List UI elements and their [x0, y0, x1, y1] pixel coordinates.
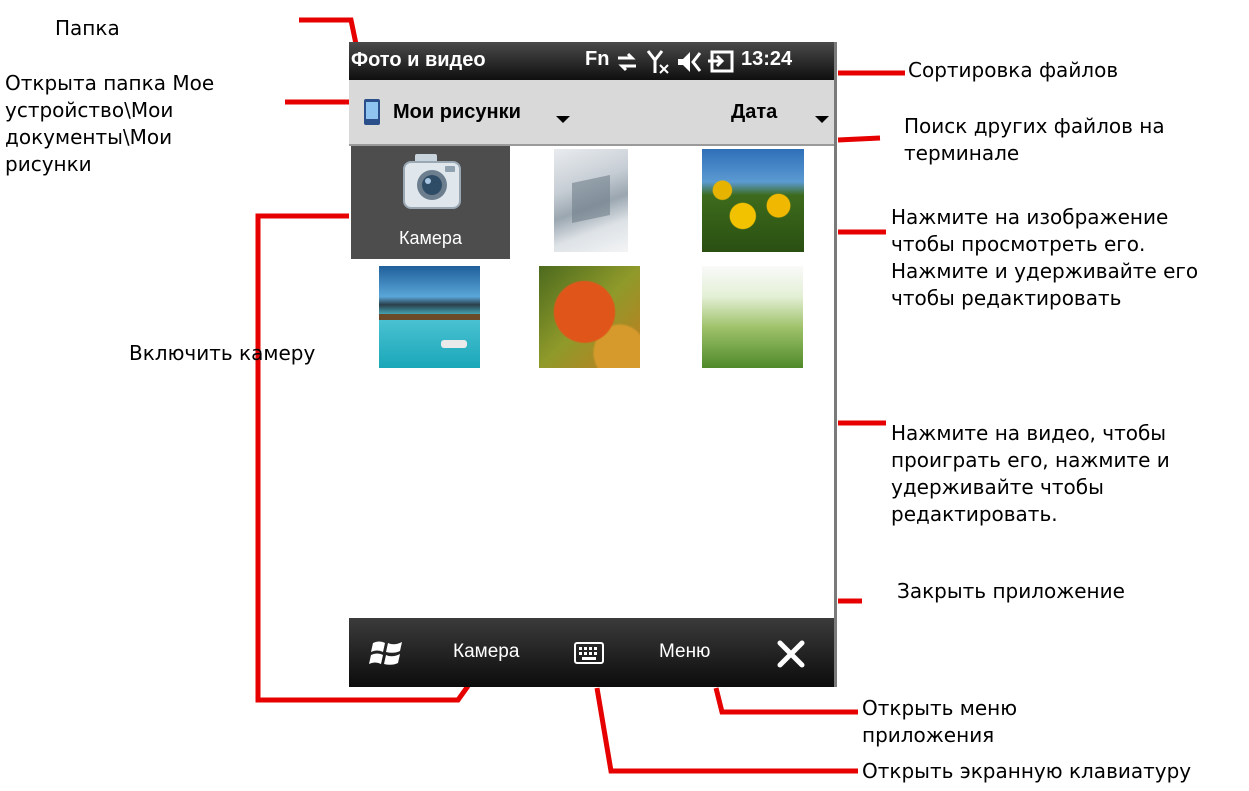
sort-selector[interactable]: Дата — [731, 101, 777, 124]
clock[interactable]: 13:24 — [741, 48, 792, 71]
annotation-tap-video-line: удерживайте чтобы — [891, 475, 1104, 499]
annotation-tap-video-line: проиграть его, нажмите и — [891, 448, 1170, 472]
device-folder-icon — [364, 99, 380, 125]
menu-soft-key[interactable]: Меню — [659, 641, 710, 663]
thumb-grass[interactable] — [702, 266, 803, 368]
folder-selector[interactable]: Мои рисунки — [393, 101, 521, 124]
annotation-search-files: Поиск других файлов на терминале — [904, 113, 1165, 167]
annotation-open-folder-line: Открыта папка Мое — [5, 71, 215, 95]
thumb-window[interactable] — [554, 149, 628, 252]
annotation-search-line: Поиск других файлов на — [904, 114, 1165, 138]
annotation-open-folder-line: документы\Мои — [5, 125, 173, 149]
status-bar: Фото и видео Fn 13:24 — [349, 42, 834, 80]
annotation-open-menu-line: Открыть меню — [862, 696, 1018, 720]
callout-line-folder — [299, 17, 359, 45]
annotation-tap-image-line: Нажмите и удерживайте его — [891, 259, 1199, 283]
power-icon[interactable] — [707, 49, 735, 75]
annotation-tap-image-line: Нажмите на изображение — [891, 205, 1169, 229]
chevron-down-icon[interactable] — [556, 116, 570, 123]
annotation-open-folder: Открыта папка Мое устройство\Мои докумен… — [5, 70, 214, 178]
annotation-tap-video-line: редактировать. — [891, 502, 1058, 526]
thumb-tropical-pier[interactable] — [379, 266, 480, 368]
annotation-tap-image: Нажмите на изображение чтобы просмотреть… — [891, 204, 1198, 312]
no-signal-icon[interactable] — [646, 49, 670, 75]
camera-tile[interactable]: Камера — [351, 146, 510, 259]
folder-bar: Мои рисунки Дата — [349, 80, 834, 146]
annotation-enable-camera: Включить камеру — [129, 341, 316, 365]
annotation-tap-video-line: Нажмите на видео, чтобы — [891, 421, 1167, 445]
annotation-tap-video: Нажмите на видео, чтобы проиграть его, н… — [891, 420, 1170, 528]
thumb-autumn-leaf[interactable] — [539, 266, 640, 368]
fn-indicator: Fn — [585, 48, 610, 70]
windows-start-icon[interactable] — [369, 637, 405, 669]
close-icon[interactable] — [777, 640, 805, 668]
callout-line-keyboard — [594, 687, 858, 774]
annotation-tap-image-line: чтобы просмотреть его. — [891, 232, 1146, 256]
annotation-open-menu-line: приложения — [862, 723, 995, 747]
camera-icon — [403, 154, 461, 209]
camera-tile-label: Камера — [399, 228, 462, 248]
thumb-yellow-flowers[interactable] — [702, 149, 804, 252]
soft-key-bar: Камера Меню — [349, 618, 834, 687]
keyboard-icon[interactable] — [574, 642, 604, 664]
annotation-close-app: Закрыть приложение — [897, 579, 1125, 603]
data-sync-icon[interactable] — [615, 50, 639, 74]
annotation-tap-image-line: чтобы редактировать — [891, 286, 1122, 310]
annotation-open-keyboard: Открыть экранную клавиатуру — [862, 759, 1192, 783]
callout-line-menu — [713, 687, 858, 715]
camera-soft-key[interactable]: Камера — [453, 641, 519, 663]
chevron-down-icon[interactable] — [815, 116, 829, 123]
annotation-open-folder-line: устройство\Мои — [5, 98, 174, 122]
annotation-open-menu: Открыть меню приложения — [862, 695, 1017, 749]
annotation-open-folder-line: рисунки — [5, 152, 92, 176]
device-screen: Фото и видео Fn 13:24 Мои рисунки Дата К… — [349, 42, 837, 687]
callout-line-search — [837, 135, 881, 143]
app-title: Фото и видео — [351, 49, 486, 71]
annotation-sort-files: Сортировка файлов — [908, 58, 1119, 82]
volume-muted-icon[interactable] — [676, 49, 704, 75]
annotation-search-line: терминале — [904, 141, 1020, 165]
annotation-folder: Папка — [55, 16, 120, 40]
